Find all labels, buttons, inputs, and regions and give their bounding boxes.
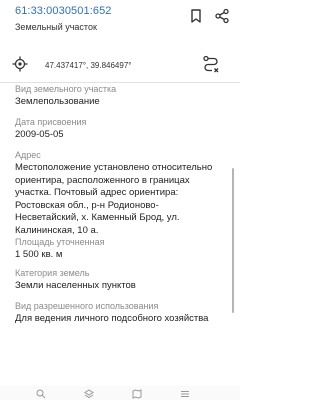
field-value[interactable]: Местоположение установлено относительно …: [15, 162, 220, 237]
search-nav-icon[interactable]: [36, 389, 46, 399]
map-nav-icon[interactable]: [132, 389, 142, 399]
menu-nav-icon[interactable]: [180, 389, 190, 399]
field-label: Адрес: [15, 150, 41, 160]
field-label: Вид разрешенного использования: [15, 301, 159, 311]
field-value: 2009-05-05: [15, 129, 64, 140]
parcel-info-screen: 61:33:0030501:652 Земельный участок 47.4…: [0, 0, 240, 400]
scrollbar[interactable]: [232, 168, 234, 313]
cadastral-number[interactable]: 61:33:0030501:652: [15, 5, 112, 17]
route-icon[interactable]: [202, 55, 220, 73]
field-label: Дата присвоения: [15, 117, 87, 127]
bottom-nav-bar: [0, 386, 240, 400]
header: 61:33:0030501:652 Земельный участок: [0, 0, 240, 44]
field-value: 1 500 кв. м: [15, 249, 63, 260]
field-label: Площадь уточненная: [15, 237, 105, 247]
bookmark-icon[interactable]: [188, 8, 204, 24]
crosshair-icon[interactable]: [12, 56, 28, 72]
field-label: Вид земельного участка: [15, 84, 117, 94]
field-permitted-use: Вид разрешенного использования Для веден…: [15, 300, 220, 326]
field-label: Категория земель: [15, 268, 90, 278]
field-value: Для ведения личного подсобного хозяйства: [15, 313, 209, 324]
field-parcel-kind: Вид земельного участка Землепользование: [15, 83, 220, 109]
field-land-category: Категория земель Земли населенных пункто…: [15, 267, 220, 293]
field-area: Площадь уточненная 1 500 кв. м: [15, 236, 220, 262]
field-value: Земли населенных пунктов: [15, 280, 136, 291]
object-type-subtitle: Земельный участок: [15, 22, 97, 32]
field-address: Адрес Местоположение установлено относит…: [15, 149, 220, 237]
field-assignment-date: Дата присвоения 2009-05-05: [15, 116, 220, 142]
field-value: Землепользование: [15, 96, 100, 107]
share-icon[interactable]: [214, 8, 230, 24]
coordinates-row[interactable]: 47.437417°, 39.846497°: [0, 48, 240, 82]
coordinates-text[interactable]: 47.437417°, 39.846497°: [45, 61, 131, 70]
layers-nav-icon[interactable]: [84, 389, 94, 399]
